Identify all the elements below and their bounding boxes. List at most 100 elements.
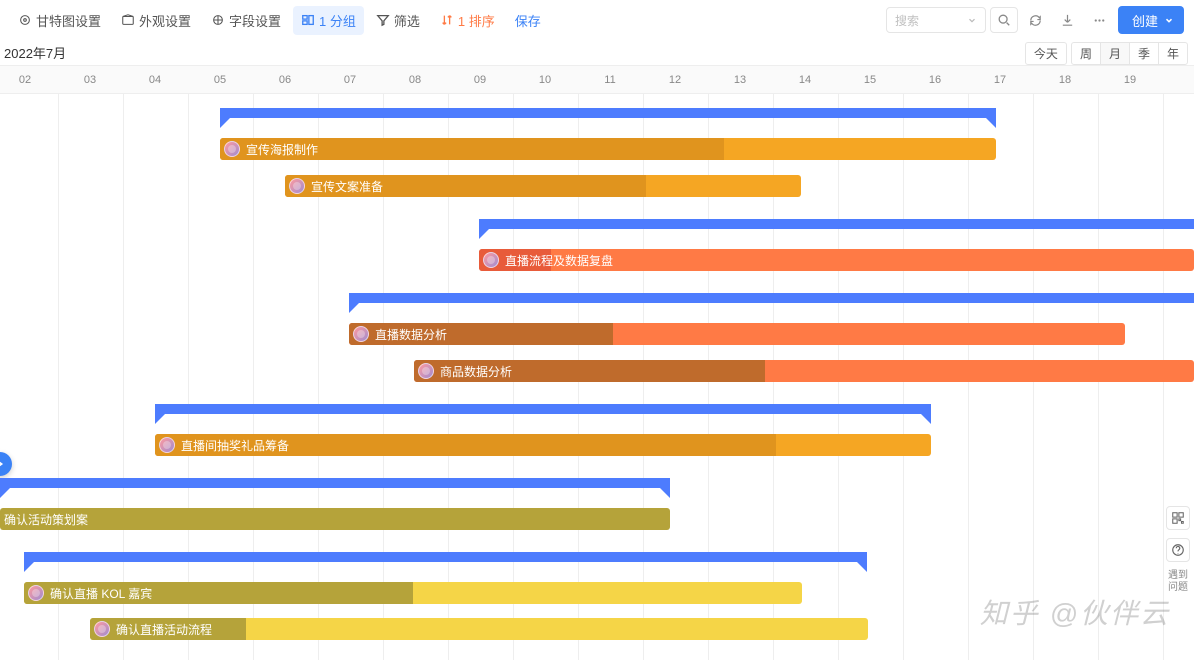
toolbar: 甘特图设置 外观设置 字段设置 1 分组 筛选 1 排序 保存 搜索 创建 [0, 0, 1194, 40]
month-label: 2022年7月 [0, 43, 66, 62]
task-label: 商品数据分析 [440, 363, 512, 380]
avatar [483, 252, 499, 268]
appearance-btn[interactable]: 外观设置 [113, 6, 199, 35]
search-input[interactable]: 搜索 [886, 7, 986, 33]
download-icon [1060, 13, 1075, 28]
avatar [224, 141, 240, 157]
search-icon-btn[interactable] [990, 7, 1018, 33]
create-label: 创建 [1132, 11, 1158, 30]
task-bar[interactable]: 确认活动策划案 [0, 508, 670, 530]
create-button[interactable]: 创建 [1118, 6, 1184, 34]
group-btn[interactable]: 1 分组 [293, 6, 364, 35]
appearance-label: 外观设置 [139, 11, 191, 30]
qr-btn[interactable] [1166, 506, 1190, 530]
help-icon [1171, 543, 1185, 557]
avatar [28, 585, 44, 601]
view-month[interactable]: 月 [1100, 42, 1130, 65]
task-label: 直播间抽奖礼品筹备 [181, 437, 289, 454]
help-btn[interactable] [1166, 538, 1190, 562]
field-icon [211, 13, 225, 27]
avatar [289, 178, 305, 194]
refresh-btn[interactable] [1022, 7, 1050, 33]
day-header-cell: 06 [265, 66, 305, 94]
task-bar[interactable]: 直播间抽奖礼品筹备 [155, 434, 931, 456]
avatar [159, 437, 175, 453]
view-year[interactable]: 年 [1158, 42, 1188, 65]
day-header-cell: 19 [1110, 66, 1150, 94]
summary-bar[interactable] [479, 219, 1194, 229]
day-header-cell: 03 [70, 66, 110, 94]
task-label: 直播流程及数据复盘 [505, 252, 613, 269]
palette-icon [121, 13, 135, 27]
day-header-cell: 08 [395, 66, 435, 94]
sort-icon [440, 13, 454, 27]
task-label: 确认直播 KOL 嘉宾 [50, 585, 152, 602]
day-header-cell: 02 [5, 66, 45, 94]
task-label: 确认直播活动流程 [116, 621, 212, 638]
day-header-cell: 16 [915, 66, 955, 94]
task-bar[interactable]: 商品数据分析 [414, 360, 1194, 382]
task-bar[interactable]: 宣传文案准备 [285, 175, 801, 197]
task-bar[interactable]: 直播流程及数据复盘 [479, 249, 1194, 271]
qr-icon [1171, 511, 1185, 525]
day-header-cell: 14 [785, 66, 825, 94]
search-placeholder: 搜索 [895, 12, 919, 29]
day-header-cell: 07 [330, 66, 370, 94]
day-header-cell: 09 [460, 66, 500, 94]
chevron-down-icon [1164, 15, 1174, 25]
day-header-cell: 05 [200, 66, 240, 94]
field-settings-btn[interactable]: 字段设置 [203, 6, 289, 35]
filter-icon [376, 13, 390, 27]
task-label: 宣传海报制作 [246, 141, 318, 158]
group-icon [301, 13, 315, 27]
avatar [418, 363, 434, 379]
sort-label: 1 排序 [458, 11, 495, 30]
gantt-settings-btn[interactable]: 甘特图设置 [10, 6, 109, 35]
task-bar[interactable]: 直播数据分析 [349, 323, 1125, 345]
field-settings-label: 字段设置 [229, 11, 281, 30]
avatar [353, 326, 369, 342]
help-floater: 遇到问题 [1166, 506, 1190, 594]
save-btn[interactable]: 保存 [507, 6, 549, 35]
search-icon [997, 13, 1011, 27]
day-header-cell: 10 [525, 66, 565, 94]
avatar [94, 621, 110, 637]
summary-bar[interactable] [349, 293, 1194, 303]
download-btn[interactable] [1054, 7, 1082, 33]
summary-bar[interactable] [155, 404, 931, 414]
today-btn[interactable]: 今天 [1025, 42, 1067, 65]
task-bar[interactable]: 确认直播 KOL 嘉宾 [24, 582, 802, 604]
summary-bar[interactable] [220, 108, 996, 118]
task-bar[interactable]: 确认直播活动流程 [90, 618, 868, 640]
task-label: 确认活动策划案 [4, 511, 88, 528]
day-header-cell: 13 [720, 66, 760, 94]
sort-btn[interactable]: 1 排序 [432, 6, 503, 35]
group-label: 1 分组 [319, 11, 356, 30]
view-quarter[interactable]: 季 [1129, 42, 1159, 65]
day-header-cell: 12 [655, 66, 695, 94]
chevron-down-icon [967, 15, 977, 25]
feedback-label: 遇到问题 [1168, 570, 1188, 594]
day-header-cell: 17 [980, 66, 1020, 94]
filter-btn[interactable]: 筛选 [368, 6, 428, 35]
task-label: 直播数据分析 [375, 326, 447, 343]
summary-bar[interactable] [0, 478, 670, 488]
day-header-cell: 04 [135, 66, 175, 94]
day-header-cell: 15 [850, 66, 890, 94]
day-header-cell: 11 [590, 66, 630, 94]
view-week[interactable]: 周 [1071, 42, 1101, 65]
save-label: 保存 [515, 11, 541, 30]
gantt-chart[interactable]: 宣传海报制作宣传文案准备直播流程及数据复盘直播数据分析商品数据分析直播间抽奖礼品… [0, 94, 1194, 660]
more-btn[interactable] [1086, 7, 1114, 33]
zoom-group: 周 月 季 年 [1071, 42, 1188, 65]
expand-handle[interactable] [0, 452, 12, 476]
day-header-cell: 18 [1045, 66, 1085, 94]
view-controls: 今天 周 月 季 年 [1025, 42, 1188, 65]
summary-bar[interactable] [24, 552, 867, 562]
task-bar[interactable]: 宣传海报制作 [220, 138, 996, 160]
gear-icon [18, 13, 32, 27]
gantt-settings-label: 甘特图设置 [36, 11, 101, 30]
date-header: 2022年7月 今天 周 月 季 年 [0, 40, 1194, 66]
refresh-icon [1028, 13, 1043, 28]
more-icon [1092, 13, 1107, 28]
